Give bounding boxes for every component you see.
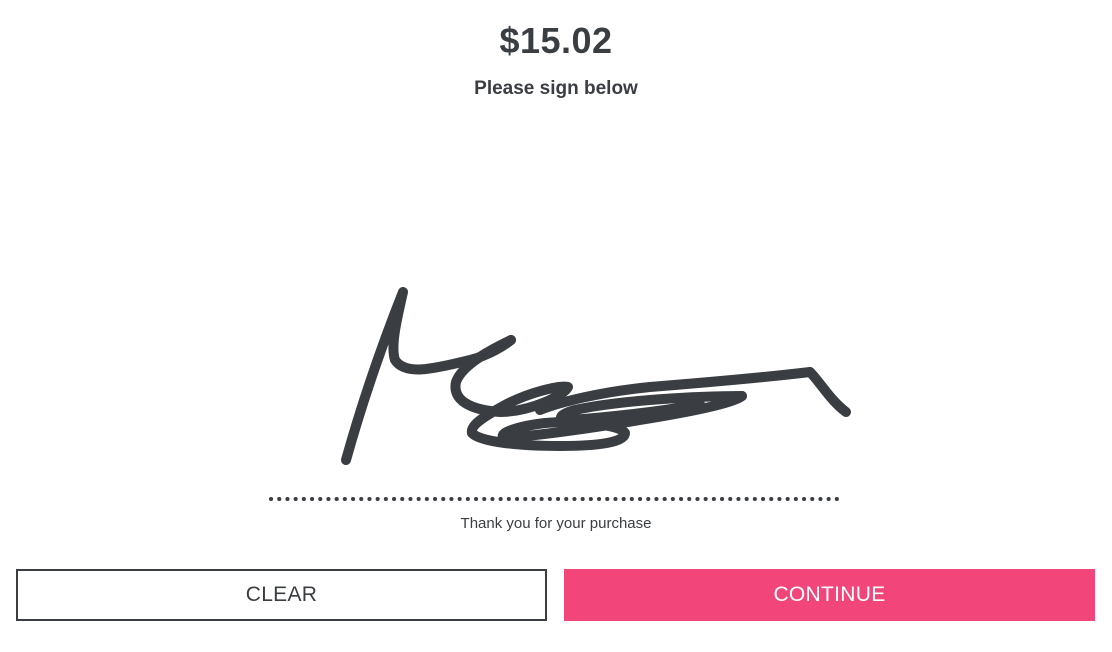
thank-you-message: Thank you for your purchase <box>460 515 652 532</box>
clear-button[interactable]: CLEAR <box>16 569 547 621</box>
signature-pad[interactable] <box>0 120 1112 490</box>
signature-baseline <box>268 496 842 502</box>
payment-amount: $15.02 <box>499 20 613 61</box>
signature-stroke <box>341 287 851 465</box>
sign-instruction: Please sign below <box>474 78 638 99</box>
continue-button[interactable]: CONTINUE <box>564 569 1095 621</box>
